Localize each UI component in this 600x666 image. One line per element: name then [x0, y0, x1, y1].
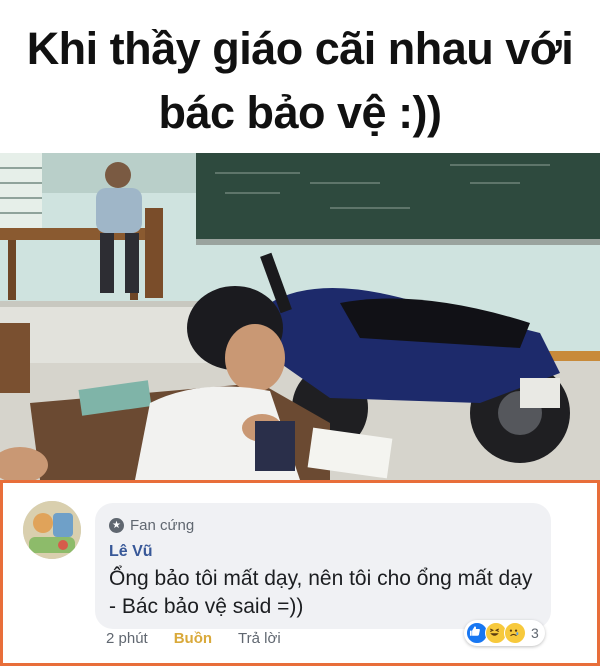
- meme-title: Khi thầy giáo cãi nhau với bác bảo vệ :)…: [0, 0, 600, 152]
- meme-title-line-1: Khi thầy giáo cãi nhau với: [26, 23, 574, 74]
- star-icon: ★: [109, 517, 124, 533]
- reaction-button[interactable]: Buồn: [174, 630, 212, 647]
- comment-time[interactable]: 2 phút: [106, 630, 148, 647]
- sad-icon: [504, 622, 526, 644]
- comment-bubble: ★ Fan cứng Lê Vũ Ổng bảo tôi mất dạy, nê…: [95, 503, 551, 629]
- comment-author[interactable]: Lê Vũ: [109, 543, 153, 561]
- comment-text: Ổng bảo tôi mất dạy, nên tôi cho ổng mất…: [109, 567, 533, 618]
- comment-actions: 2 phút Buồn Trả lời: [106, 626, 307, 650]
- reaction-summary[interactable]: 3: [464, 620, 545, 646]
- avatar[interactable]: [23, 501, 81, 559]
- reply-button[interactable]: Trả lời: [238, 630, 281, 647]
- fan-badge: ★ Fan cứng: [109, 515, 194, 535]
- reaction-count: 3: [531, 625, 539, 641]
- classroom-photo: [0, 153, 600, 480]
- meme-title-line-2: bác bảo vệ :)): [158, 87, 442, 138]
- badge-label: Fan cứng: [130, 516, 195, 534]
